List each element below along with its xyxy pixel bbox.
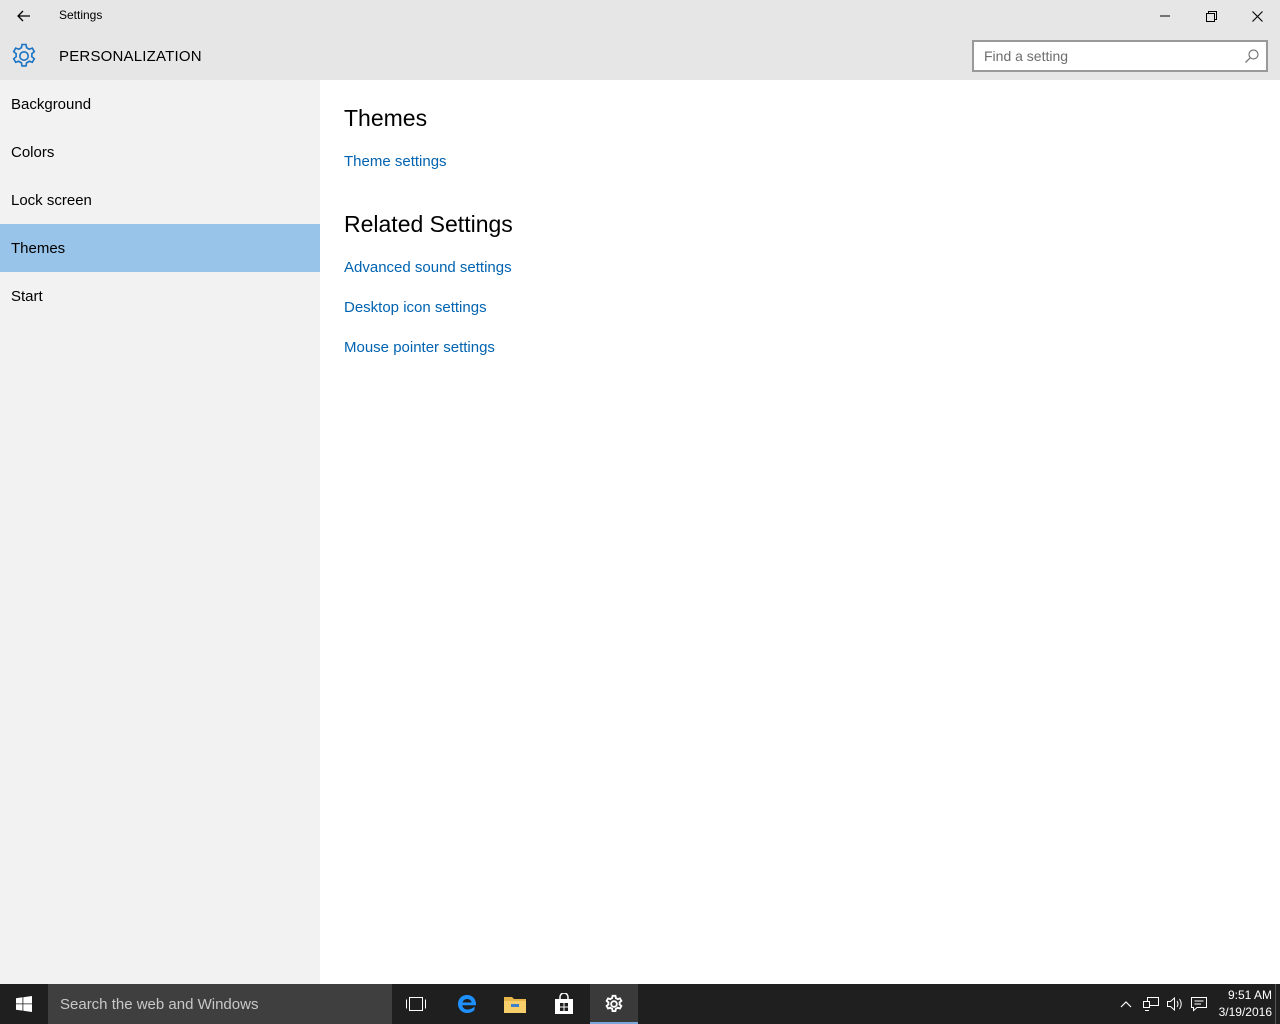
edge-icon [458,995,477,1013]
store-button[interactable] [540,984,588,1024]
clock-date: 3/19/2016 [1218,1005,1272,1019]
network-icon [1143,997,1159,1011]
close-icon [1251,10,1263,22]
search-input[interactable] [974,42,1234,70]
theme-settings-link[interactable]: Theme settings [344,153,447,170]
taskbar-clock[interactable]: 9:51 AM 3/19/2016 [1212,987,1272,1021]
sidebar-item-background[interactable]: Background [0,80,320,128]
minimize-button[interactable] [1142,0,1188,32]
page-title: PERSONALIZATION [59,48,202,65]
volume-button[interactable] [1165,994,1185,1014]
close-button[interactable] [1234,0,1280,32]
sidebar: Background Colors Lock screen Themes Sta… [0,80,320,984]
back-arrow-icon [17,10,30,22]
window-title: Settings [59,8,103,22]
volume-icon [1167,996,1182,1012]
clock-time: 9:51 AM [1227,988,1272,1002]
action-center-icon [1191,997,1207,1012]
restore-icon [1205,10,1217,22]
sidebar-item-colors[interactable]: Colors [0,128,320,176]
network-button[interactable] [1141,994,1161,1014]
action-center-button[interactable] [1189,994,1209,1014]
sidebar-item-label: Lock screen [11,191,92,209]
edge-button[interactable] [443,984,491,1024]
taskbar-search-placeholder: Search the web and Windows [60,996,259,1013]
search-icon[interactable] [1244,48,1260,64]
chevron-up-icon [1120,1001,1132,1008]
main-content: Themes Theme settings Related Settings A… [320,80,1280,984]
store-icon [555,993,573,1014]
start-button[interactable] [0,984,48,1024]
advanced-sound-settings-link[interactable]: Advanced sound settings [344,259,512,276]
sidebar-item-label: Background [11,95,92,113]
sidebar-item-label: Colors [11,143,55,161]
taskbar-search-box[interactable]: Search the web and Windows [48,984,392,1024]
settings-header: PERSONALIZATION [0,32,1280,80]
task-view-button[interactable] [392,984,440,1024]
minimize-icon [1160,15,1170,17]
title-bar: Settings [0,0,1280,32]
sidebar-item-themes[interactable]: Themes [0,224,320,272]
desktop-icon-settings-link[interactable]: Desktop icon settings [344,299,487,316]
settings-icon [605,994,623,1012]
task-view-icon [406,997,426,1011]
settings-taskbar-button[interactable] [590,984,638,1024]
themes-heading: Themes [344,105,428,131]
sidebar-item-label: Start [11,287,43,305]
windows-logo-icon [16,996,32,1012]
show-desktop-button[interactable] [1275,984,1280,1024]
sidebar-item-label: Themes [11,239,66,257]
mouse-pointer-settings-link[interactable]: Mouse pointer settings [344,339,495,356]
gear-icon [12,43,36,67]
sidebar-item-start[interactable]: Start [0,272,320,320]
sidebar-item-lock-screen[interactable]: Lock screen [0,176,320,224]
file-explorer-button[interactable] [491,984,539,1024]
restore-button[interactable] [1188,0,1234,32]
file-explorer-icon [504,997,526,1013]
show-hidden-icons-button[interactable] [1116,994,1136,1014]
back-button[interactable] [0,0,48,32]
related-settings-heading: Related Settings [344,211,513,237]
taskbar: Search the web and Windows 9:51 AM 3/19/… [0,984,1280,1024]
find-setting-box[interactable] [972,40,1268,72]
